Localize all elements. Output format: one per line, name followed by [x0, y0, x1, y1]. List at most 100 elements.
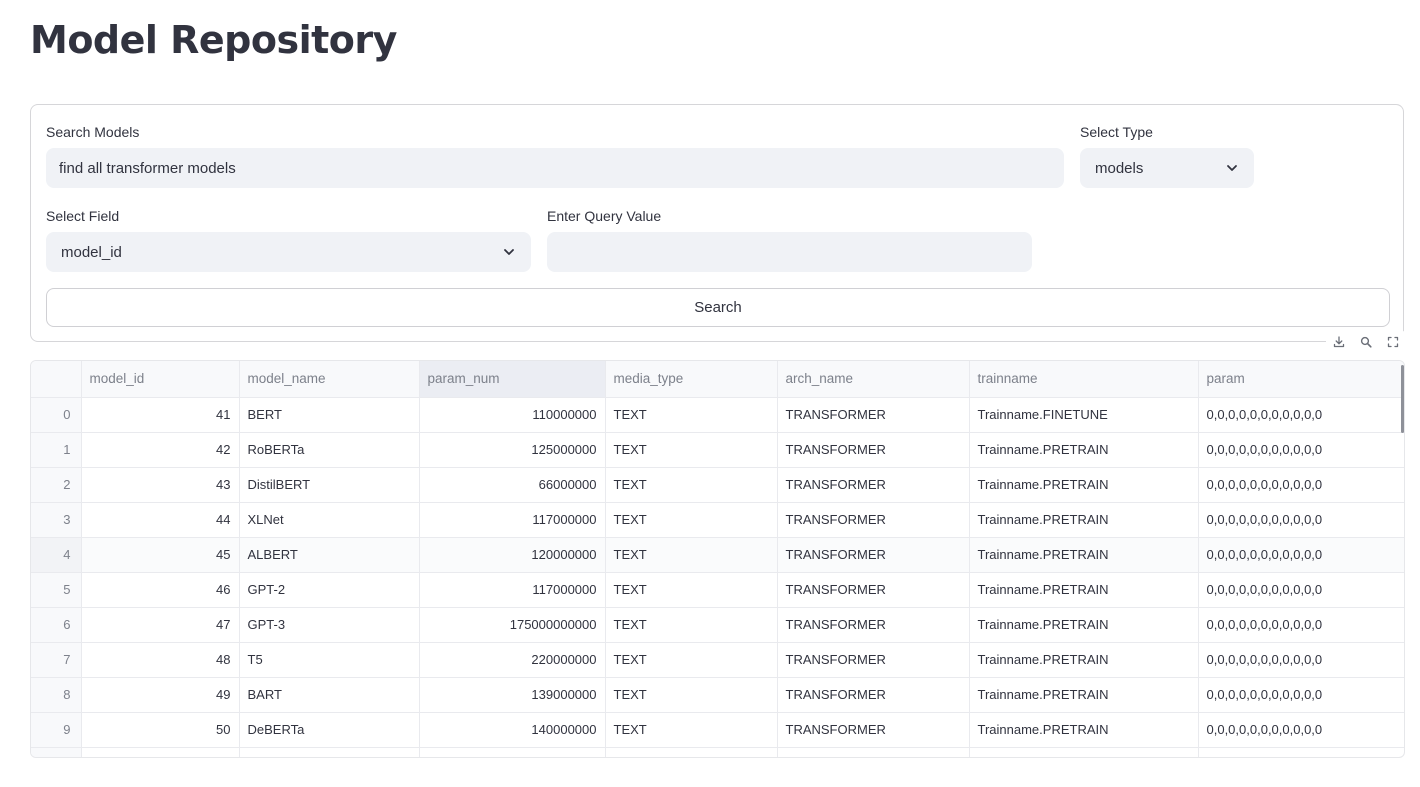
cell-arch-name[interactable]: TRANSFORMER [777, 607, 970, 643]
table-cell[interactable] [777, 747, 970, 757]
table-row[interactable]: 2 43 DistilBERT 66000000 TEXT TRANSFORME… [31, 467, 1404, 503]
search-models-text[interactable] [59, 159, 1064, 177]
cell-param-num[interactable]: 140000000 [419, 712, 606, 748]
cell-param-num[interactable]: 110000000 [419, 397, 606, 433]
cell-param-num[interactable]: 117000000 [419, 572, 606, 608]
table-vertical-scrollbar[interactable] [1401, 365, 1404, 433]
results-table[interactable]: model_id model_name param_num media_type… [30, 360, 1405, 758]
cell-param[interactable]: 0,0,0,0,0,0,0,0,0,0,0 [1198, 677, 1404, 713]
cell-model-name[interactable]: BERT [239, 397, 420, 433]
cell-param-num[interactable]: 125000000 [419, 432, 606, 468]
cell-trainname[interactable]: Trainname.PRETRAIN [969, 642, 1199, 678]
cell-trainname[interactable]: Trainname.PRETRAIN [969, 432, 1199, 468]
cell-model-id[interactable]: 50 [81, 712, 240, 748]
cell-arch-name[interactable]: TRANSFORMER [777, 467, 970, 503]
cell-model-id[interactable]: 48 [81, 642, 240, 678]
cell-param-num[interactable]: 117000000 [419, 502, 606, 538]
cell-trainname[interactable]: Trainname.PRETRAIN [969, 502, 1199, 538]
table-cell[interactable] [81, 747, 240, 757]
cell-arch-name[interactable]: TRANSFORMER [777, 432, 970, 468]
cell-arch-name[interactable]: TRANSFORMER [777, 642, 970, 678]
cell-param[interactable]: 0,0,0,0,0,0,0,0,0,0,0 [1198, 642, 1404, 678]
table-row[interactable]: 1 42 RoBERTa 125000000 TEXT TRANSFORMER … [31, 432, 1404, 468]
cell-param[interactable]: 0,0,0,0,0,0,0,0,0,0,0 [1198, 712, 1404, 748]
cell-media-type[interactable]: TEXT [605, 537, 778, 573]
search-button[interactable]: Search [46, 288, 1390, 327]
fullscreen-icon[interactable] [1387, 336, 1399, 348]
column-header-trainname[interactable]: trainname [969, 361, 1199, 398]
table-cell[interactable] [969, 747, 1199, 757]
cell-trainname[interactable]: Trainname.FINETUNE [969, 397, 1199, 433]
query-value-input[interactable] [547, 232, 1032, 272]
cell-model-id[interactable]: 44 [81, 502, 240, 538]
select-type-dropdown[interactable]: models [1080, 148, 1254, 188]
cell-media-type[interactable]: TEXT [605, 432, 778, 468]
cell-media-type[interactable]: TEXT [605, 642, 778, 678]
cell-media-type[interactable]: TEXT [605, 607, 778, 643]
cell-model-id[interactable]: 42 [81, 432, 240, 468]
table-cell[interactable] [239, 747, 420, 757]
table-row[interactable]: 7 48 T5 220000000 TEXT TRANSFORMER Train… [31, 642, 1404, 678]
cell-model-name[interactable]: GPT-2 [239, 572, 420, 608]
column-header-arch-name[interactable]: arch_name [777, 361, 970, 398]
cell-model-name[interactable]: DeBERTa [239, 712, 420, 748]
cell-arch-name[interactable]: TRANSFORMER [777, 677, 970, 713]
cell-model-id[interactable]: 45 [81, 537, 240, 573]
cell-param[interactable]: 0,0,0,0,0,0,0,0,0,0,0 [1198, 432, 1404, 468]
table-row[interactable]: 3 44 XLNet 117000000 TEXT TRANSFORMER Tr… [31, 502, 1404, 538]
cell-media-type[interactable]: TEXT [605, 572, 778, 608]
download-icon[interactable] [1333, 336, 1345, 348]
index-header[interactable] [31, 361, 82, 398]
cell-trainname[interactable]: Trainname.PRETRAIN [969, 537, 1199, 573]
cell-arch-name[interactable]: TRANSFORMER [777, 397, 970, 433]
table-cell[interactable] [419, 747, 606, 757]
cell-param[interactable]: 0,0,0,0,0,0,0,0,0,0,0 [1198, 397, 1404, 433]
cell-arch-name[interactable]: TRANSFORMER [777, 712, 970, 748]
cell-model-id[interactable]: 47 [81, 607, 240, 643]
cell-arch-name[interactable]: TRANSFORMER [777, 502, 970, 538]
table-row[interactable]: 4 45 ALBERT 120000000 TEXT TRANSFORMER T… [31, 537, 1404, 573]
table-cell[interactable] [605, 747, 778, 757]
cell-model-name[interactable]: ALBERT [239, 537, 420, 573]
cell-media-type[interactable]: TEXT [605, 467, 778, 503]
search-icon[interactable] [1360, 336, 1372, 348]
table-row[interactable]: 9 50 DeBERTa 140000000 TEXT TRANSFORMER … [31, 712, 1404, 748]
table-row[interactable]: 5 46 GPT-2 117000000 TEXT TRANSFORMER Tr… [31, 572, 1404, 608]
cell-model-name[interactable]: GPT-3 [239, 607, 420, 643]
search-models-input[interactable] [46, 148, 1064, 188]
column-header-media-type[interactable]: media_type [605, 361, 778, 398]
cell-param[interactable]: 0,0,0,0,0,0,0,0,0,0,0 [1198, 502, 1404, 538]
cell-arch-name[interactable]: TRANSFORMER [777, 572, 970, 608]
cell-model-name[interactable]: T5 [239, 642, 420, 678]
cell-param[interactable]: 0,0,0,0,0,0,0,0,0,0,0 [1198, 467, 1404, 503]
table-row[interactable]: 6 47 GPT-3 175000000000 TEXT TRANSFORMER… [31, 607, 1404, 643]
column-header-model-name[interactable]: model_name [239, 361, 420, 398]
cell-arch-name[interactable]: TRANSFORMER [777, 537, 970, 573]
cell-trainname[interactable]: Trainname.PRETRAIN [969, 572, 1199, 608]
cell-media-type[interactable]: TEXT [605, 397, 778, 433]
column-header-model-id[interactable]: model_id [81, 361, 240, 398]
table-row[interactable]: 8 49 BART 139000000 TEXT TRANSFORMER Tra… [31, 677, 1404, 713]
cell-media-type[interactable]: TEXT [605, 712, 778, 748]
column-header-param[interactable]: param [1198, 361, 1404, 398]
table-row[interactable]: 0 41 BERT 110000000 TEXT TRANSFORMER Tra… [31, 397, 1404, 433]
cell-param-num[interactable]: 66000000 [419, 467, 606, 503]
cell-model-name[interactable]: XLNet [239, 502, 420, 538]
cell-param[interactable]: 0,0,0,0,0,0,0,0,0,0,0 [1198, 607, 1404, 643]
cell-trainname[interactable]: Trainname.PRETRAIN [969, 467, 1199, 503]
cell-model-id[interactable]: 41 [81, 397, 240, 433]
cell-trainname[interactable]: Trainname.PRETRAIN [969, 677, 1199, 713]
cell-model-name[interactable]: DistilBERT [239, 467, 420, 503]
table-cell[interactable] [1198, 747, 1404, 757]
cell-model-name[interactable]: BART [239, 677, 420, 713]
cell-trainname[interactable]: Trainname.PRETRAIN [969, 607, 1199, 643]
cell-model-id[interactable]: 43 [81, 467, 240, 503]
cell-param-num[interactable]: 175000000000 [419, 607, 606, 643]
query-value-text[interactable] [560, 243, 1032, 261]
column-header-param-num[interactable]: param_num [419, 361, 606, 398]
cell-model-name[interactable]: RoBERTa [239, 432, 420, 468]
cell-media-type[interactable]: TEXT [605, 677, 778, 713]
cell-param[interactable]: 0,0,0,0,0,0,0,0,0,0,0 [1198, 537, 1404, 573]
cell-trainname[interactable]: Trainname.PRETRAIN [969, 712, 1199, 748]
cell-param-num[interactable]: 120000000 [419, 537, 606, 573]
